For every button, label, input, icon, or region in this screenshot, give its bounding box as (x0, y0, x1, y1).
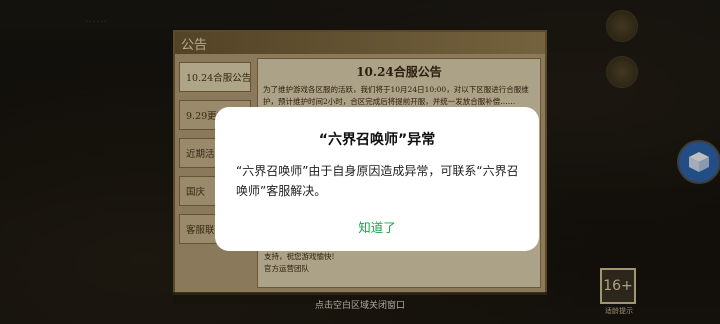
error-dialog: “六界召唤师”异常 “六界召唤师”由于自身原因造成异常，可联系“六界召唤师”客服… (215, 107, 539, 251)
dialog-ok-button[interactable]: 知道了 (215, 217, 539, 236)
dialog-title: “六界召唤师”异常 (318, 132, 436, 148)
dialog-message: “六界召唤师”由于自身原因造成异常，可联系“六界召唤师”客服解决。 (236, 164, 519, 198)
